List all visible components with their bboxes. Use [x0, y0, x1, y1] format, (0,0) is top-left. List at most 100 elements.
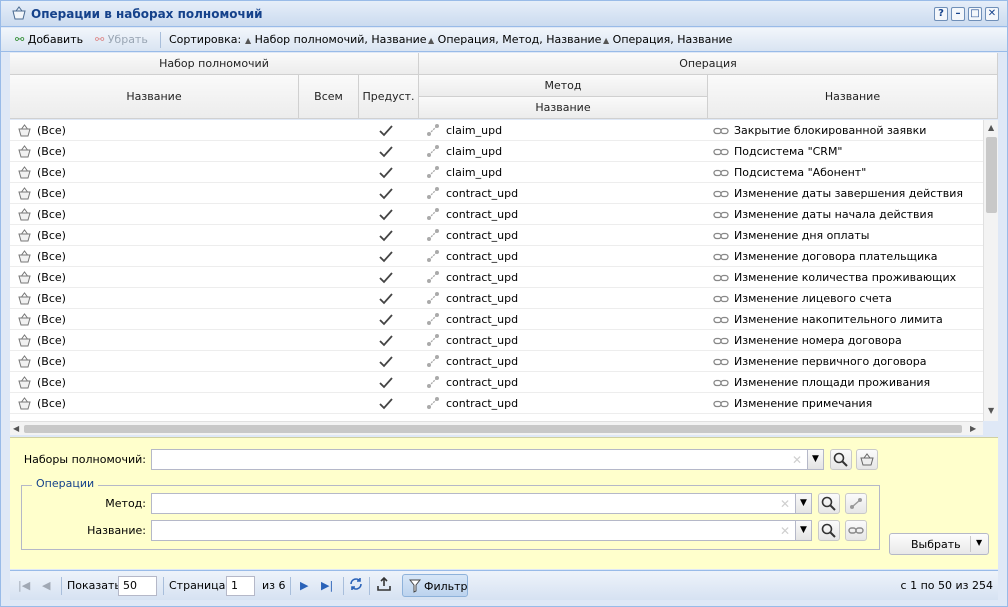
header-group-permission-set: Набор полномочий: [10, 53, 419, 75]
checkmark-icon: [379, 398, 393, 410]
sort-op-name-button[interactable]: ▲ Операция, Название: [603, 33, 732, 46]
chevron-down-icon[interactable]: ▼: [976, 538, 982, 547]
header-method-name[interactable]: Название: [419, 97, 708, 119]
scroll-left-icon[interactable]: ◀: [13, 424, 19, 433]
search-icon[interactable]: [818, 493, 840, 514]
table-row[interactable]: (Все) contract_upd Изменение дня оплаты: [10, 225, 983, 246]
table-row[interactable]: (Все) contract_upd Изменение площади прожи…: [10, 372, 983, 393]
filter-toggle-button[interactable]: Фильтр: [402, 574, 468, 597]
table-row[interactable]: (Все) contract_upd Изменение договора плат…: [10, 246, 983, 267]
table-row[interactable]: (Все) contract_upd Изменение примечания: [10, 393, 983, 414]
basket-icon: [17, 313, 32, 326]
cell-set-name: (Все): [37, 229, 66, 242]
link-icon: [713, 252, 729, 262]
table-row[interactable]: (Все) contract_upd Изменение лицевого счет…: [10, 288, 983, 309]
pager-separator: [163, 577, 164, 595]
clear-icon[interactable]: ✕: [792, 453, 802, 467]
cell-set-name: (Все): [37, 397, 66, 410]
scroll-down-icon[interactable]: ▼: [988, 406, 994, 415]
pager-separator: [61, 577, 62, 595]
permission-sets-input[interactable]: ✕: [151, 449, 809, 470]
table-row[interactable]: (Все) contract_upd Изменение количества пр…: [10, 267, 983, 288]
help-button[interactable]: ?: [934, 7, 948, 21]
name-input[interactable]: ✕: [151, 520, 797, 541]
header-set-name[interactable]: Название: [10, 75, 299, 119]
method-icon: [426, 249, 440, 263]
unlink-icon: ⚯: [95, 33, 105, 46]
table-row[interactable]: (Все) claim_upd Подсистема "Абонент": [10, 162, 983, 183]
show-label: Показать: [67, 579, 121, 592]
basket-icon[interactable]: [856, 449, 878, 470]
vertical-scrollbar[interactable]: ▲ ▼: [983, 120, 998, 421]
refresh-icon[interactable]: [348, 576, 364, 592]
cell-set-name: (Все): [37, 250, 66, 263]
sort-set-name-button[interactable]: ▲ Набор полномочий, Название: [245, 33, 427, 46]
table-row[interactable]: (Все) claim_upd Подсистема "CRM": [10, 141, 983, 162]
horizontal-scrollbar[interactable]: ◀ ▶: [10, 421, 983, 435]
title-bar: Операции в наборах полномочий ? – □ ✕: [1, 1, 1007, 27]
basket-icon: [17, 250, 32, 263]
table-row[interactable]: (Все) claim_upd Закрытие блокированной зая…: [10, 120, 983, 141]
page-size-input[interactable]: 50: [118, 576, 157, 596]
header-method: Метод: [419, 75, 708, 97]
maximize-button[interactable]: □: [968, 7, 982, 21]
remove-button[interactable]: ⚯ Убрать: [95, 33, 148, 46]
pager-separator: [343, 577, 344, 595]
cell-method-name: contract_upd: [446, 208, 519, 221]
table-row[interactable]: (Все) contract_upd Изменение накопительног…: [10, 309, 983, 330]
link-icon: [713, 336, 729, 346]
method-icon: [426, 123, 440, 137]
table-row[interactable]: (Все) contract_upd Изменение номера догово…: [10, 330, 983, 351]
method-icon[interactable]: [845, 493, 867, 514]
table-row[interactable]: (Все) contract_upd Изменение даты завершен…: [10, 183, 983, 204]
close-button[interactable]: ✕: [985, 7, 999, 21]
next-page-icon[interactable]: ▶: [300, 579, 308, 592]
horizontal-scroll-thumb[interactable]: [24, 425, 962, 433]
page-input[interactable]: 1: [226, 576, 255, 596]
cell-operation-name: Изменение первичного договора: [734, 355, 927, 368]
sort-op-method-name-button[interactable]: ▲ Операция, Метод, Название: [428, 33, 601, 46]
add-button[interactable]: ⚯ Добавить: [15, 33, 83, 46]
method-icon: [426, 291, 440, 305]
link-icon: [713, 189, 729, 199]
first-page-icon[interactable]: |◀: [18, 579, 30, 592]
chevron-down-icon[interactable]: ▼: [795, 493, 812, 514]
last-page-icon[interactable]: ▶|: [321, 579, 333, 592]
clear-icon[interactable]: ✕: [780, 497, 790, 511]
basket-icon: [17, 355, 32, 368]
scroll-right-icon[interactable]: ▶: [970, 424, 976, 433]
header-provided[interactable]: Предуст.: [359, 75, 419, 119]
header-all[interactable]: Всем: [299, 75, 359, 119]
method-label: Метод:: [105, 497, 146, 510]
table-row[interactable]: (Все) contract_upd Изменение даты начала д…: [10, 204, 983, 225]
cell-method-name: claim_upd: [446, 124, 503, 137]
cell-operation-name: Изменение даты завершения действия: [734, 187, 963, 200]
cell-set-name: (Все): [37, 166, 66, 179]
basket-icon: [17, 166, 32, 179]
cell-operation-name: Изменение примечания: [734, 397, 873, 410]
table-row[interactable]: (Все) contract_upd Изменение первичного до…: [10, 351, 983, 372]
chevron-down-icon[interactable]: ▼: [807, 449, 824, 470]
link-icon[interactable]: [845, 520, 867, 541]
method-input[interactable]: ✕: [151, 493, 797, 514]
cell-set-name: (Все): [37, 376, 66, 389]
sort-asc-icon: ▲: [245, 36, 252, 45]
search-icon[interactable]: [818, 520, 840, 541]
cell-set-name: (Все): [37, 124, 66, 137]
basket-icon: [17, 292, 32, 305]
search-icon[interactable]: [830, 449, 852, 470]
scroll-up-icon[interactable]: ▲: [988, 123, 994, 132]
select-button[interactable]: Выбрать ▼: [889, 533, 989, 555]
link-icon: [713, 168, 729, 178]
clear-icon[interactable]: ✕: [780, 524, 790, 538]
checkmark-icon: [379, 209, 393, 221]
prev-page-icon[interactable]: ◀: [42, 579, 50, 592]
minimize-button[interactable]: –: [951, 7, 965, 21]
basket-icon: [11, 6, 27, 20]
chevron-down-icon[interactable]: ▼: [795, 520, 812, 541]
cell-operation-name: Изменение номера договора: [734, 334, 902, 347]
header-operation-name[interactable]: Название: [708, 75, 998, 119]
vertical-scroll-thumb[interactable]: [986, 137, 997, 213]
export-icon[interactable]: [376, 576, 392, 592]
cell-operation-name: Изменение даты начала действия: [734, 208, 934, 221]
